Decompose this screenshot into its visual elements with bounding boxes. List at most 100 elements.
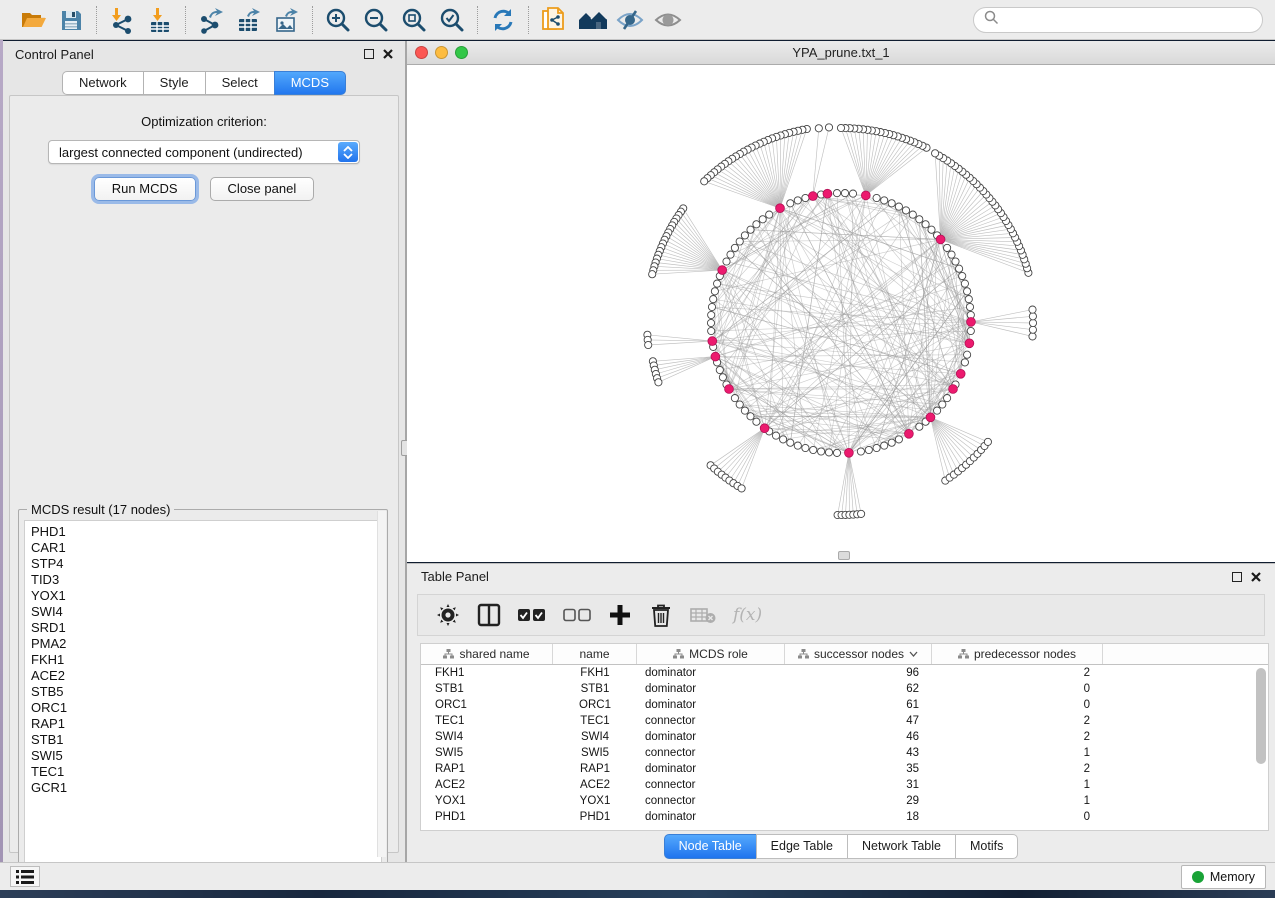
mcds-result-item[interactable]: PHD1 <box>31 524 381 540</box>
tab-network[interactable]: Network <box>62 71 143 95</box>
table-cell[interactable]: ORC1 <box>421 697 553 713</box>
table-cell[interactable]: dominator <box>637 665 785 681</box>
table-cell[interactable]: 31 <box>785 777 932 793</box>
table-cell[interactable]: ACE2 <box>553 777 637 793</box>
export-table-icon[interactable] <box>234 5 264 35</box>
table-cell[interactable]: connector <box>637 777 785 793</box>
table-cell[interactable]: 0 <box>932 681 1103 697</box>
task-history-list-icon[interactable] <box>10 866 40 887</box>
table-cell[interactable]: RAP1 <box>421 761 553 777</box>
window-close-traffic-light[interactable] <box>415 46 428 59</box>
column-header-MCDS-role[interactable]: MCDS role <box>637 644 785 664</box>
select-all-checked-icon[interactable] <box>518 602 546 628</box>
column-header-predecessor-nodes[interactable]: predecessor nodes <box>932 644 1103 664</box>
table-row[interactable]: PHD1PHD1dominator180 <box>421 809 1268 825</box>
column-header-shared-name[interactable]: shared name <box>421 644 553 664</box>
save-icon[interactable] <box>56 5 86 35</box>
tab-style[interactable]: Style <box>143 71 205 95</box>
tab-network-table[interactable]: Network Table <box>847 834 955 859</box>
tab-select[interactable]: Select <box>205 71 274 95</box>
table-cell[interactable]: dominator <box>637 809 785 825</box>
table-cell[interactable]: dominator <box>637 761 785 777</box>
table-cell[interactable]: 1 <box>932 793 1103 809</box>
memory-button[interactable]: Memory <box>1181 865 1266 889</box>
table-cell[interactable]: 29 <box>785 793 932 809</box>
add-column-plus-icon[interactable] <box>608 602 632 628</box>
table-cell[interactable]: 18 <box>785 809 932 825</box>
window-minimize-traffic-light[interactable] <box>435 46 448 59</box>
window-zoom-traffic-light[interactable] <box>455 46 468 59</box>
mcds-result-list[interactable]: PHD1CAR1STP4TID3YOX1SWI4SRD1PMA2FKH1ACE2… <box>24 520 382 868</box>
tab-node-table[interactable]: Node Table <box>664 834 756 859</box>
table-cell[interactable]: 1 <box>932 745 1103 761</box>
split-panel-icon[interactable] <box>477 602 501 628</box>
table-cell[interactable]: TEC1 <box>553 713 637 729</box>
table-cell[interactable]: 2 <box>932 713 1103 729</box>
table-cell[interactable]: SWI4 <box>553 729 637 745</box>
hide-selected-eye-slash-icon[interactable] <box>615 5 645 35</box>
tab-mcds[interactable]: MCDS <box>274 71 346 95</box>
import-table-icon[interactable] <box>145 5 175 35</box>
mcds-result-item[interactable]: STB1 <box>31 732 381 748</box>
network-graph[interactable] <box>407 65 1275 562</box>
table-cell[interactable]: 2 <box>932 665 1103 681</box>
run-mcds-button[interactable]: Run MCDS <box>94 177 196 201</box>
table-row[interactable]: ORC1ORC1dominator610 <box>421 697 1268 713</box>
table-cell[interactable]: YOX1 <box>553 793 637 809</box>
table-cell[interactable]: dominator <box>637 697 785 713</box>
table-cell[interactable]: 96 <box>785 665 932 681</box>
network-canvas[interactable] <box>407 65 1275 562</box>
optimization-criterion-select[interactable]: largest connected component (undirected) <box>48 140 360 164</box>
table-cell[interactable]: ACE2 <box>421 777 553 793</box>
table-row[interactable]: TEC1TEC1connector472 <box>421 713 1268 729</box>
table-cell[interactable]: connector <box>637 745 785 761</box>
table-cell[interactable]: 43 <box>785 745 932 761</box>
table-cell[interactable]: FKH1 <box>421 665 553 681</box>
table-cell[interactable]: TEC1 <box>421 713 553 729</box>
zoom-fit-icon[interactable] <box>399 5 429 35</box>
table-row[interactable]: RAP1RAP1dominator352 <box>421 761 1268 777</box>
mcds-result-item[interactable]: YOX1 <box>31 588 381 604</box>
float-table-panel-icon[interactable] <box>1232 572 1242 582</box>
horizontal-splitter-grip[interactable] <box>838 551 850 560</box>
table-scrollbar-thumb[interactable] <box>1256 668 1266 764</box>
column-header-successor-nodes[interactable]: successor nodes <box>785 644 932 664</box>
mcds-result-item[interactable]: TEC1 <box>31 764 381 780</box>
table-cell[interactable]: PHD1 <box>553 809 637 825</box>
tab-edge-table[interactable]: Edge Table <box>756 834 847 859</box>
table-cell[interactable]: YOX1 <box>421 793 553 809</box>
export-image-icon[interactable] <box>272 5 302 35</box>
table-cell[interactable]: 0 <box>932 697 1103 713</box>
mcds-result-item[interactable]: CAR1 <box>31 540 381 556</box>
tab-motifs[interactable]: Motifs <box>955 834 1018 859</box>
float-window-icon[interactable] <box>364 49 374 59</box>
zoom-in-icon[interactable] <box>323 5 353 35</box>
houses-icon[interactable] <box>577 5 607 35</box>
table-cell[interactable]: SWI5 <box>421 745 553 761</box>
table-cell[interactable]: SWI5 <box>553 745 637 761</box>
table-cell[interactable]: dominator <box>637 729 785 745</box>
deselect-all-icon[interactable] <box>563 602 591 628</box>
table-row[interactable]: SWI4SWI4dominator462 <box>421 729 1268 745</box>
clone-network-icon[interactable] <box>539 5 569 35</box>
table-cell[interactable]: SWI4 <box>421 729 553 745</box>
table-cell[interactable]: STB1 <box>553 681 637 697</box>
show-all-eye-icon[interactable] <box>653 5 683 35</box>
mcds-result-item[interactable]: SWI5 <box>31 748 381 764</box>
mcds-list-scrollbar[interactable] <box>377 511 386 857</box>
table-row[interactable]: ACE2ACE2connector311 <box>421 777 1268 793</box>
mcds-result-item[interactable]: TID3 <box>31 572 381 588</box>
table-cell[interactable]: dominator <box>637 681 785 697</box>
table-cell[interactable]: RAP1 <box>553 761 637 777</box>
mcds-result-item[interactable]: STP4 <box>31 556 381 572</box>
mcds-result-item[interactable]: ACE2 <box>31 668 381 684</box>
network-titlebar[interactable]: YPA_prune.txt_1 <box>407 41 1275 65</box>
mcds-result-item[interactable]: STB5 <box>31 684 381 700</box>
close-table-panel-icon[interactable] <box>1251 572 1261 582</box>
table-cell[interactable]: STB1 <box>421 681 553 697</box>
mcds-result-item[interactable]: GCR1 <box>31 780 381 796</box>
mcds-result-item[interactable]: SRD1 <box>31 620 381 636</box>
mcds-result-item[interactable]: PMA2 <box>31 636 381 652</box>
table-cell[interactable]: 2 <box>932 761 1103 777</box>
delete-trash-icon[interactable] <box>649 602 673 628</box>
